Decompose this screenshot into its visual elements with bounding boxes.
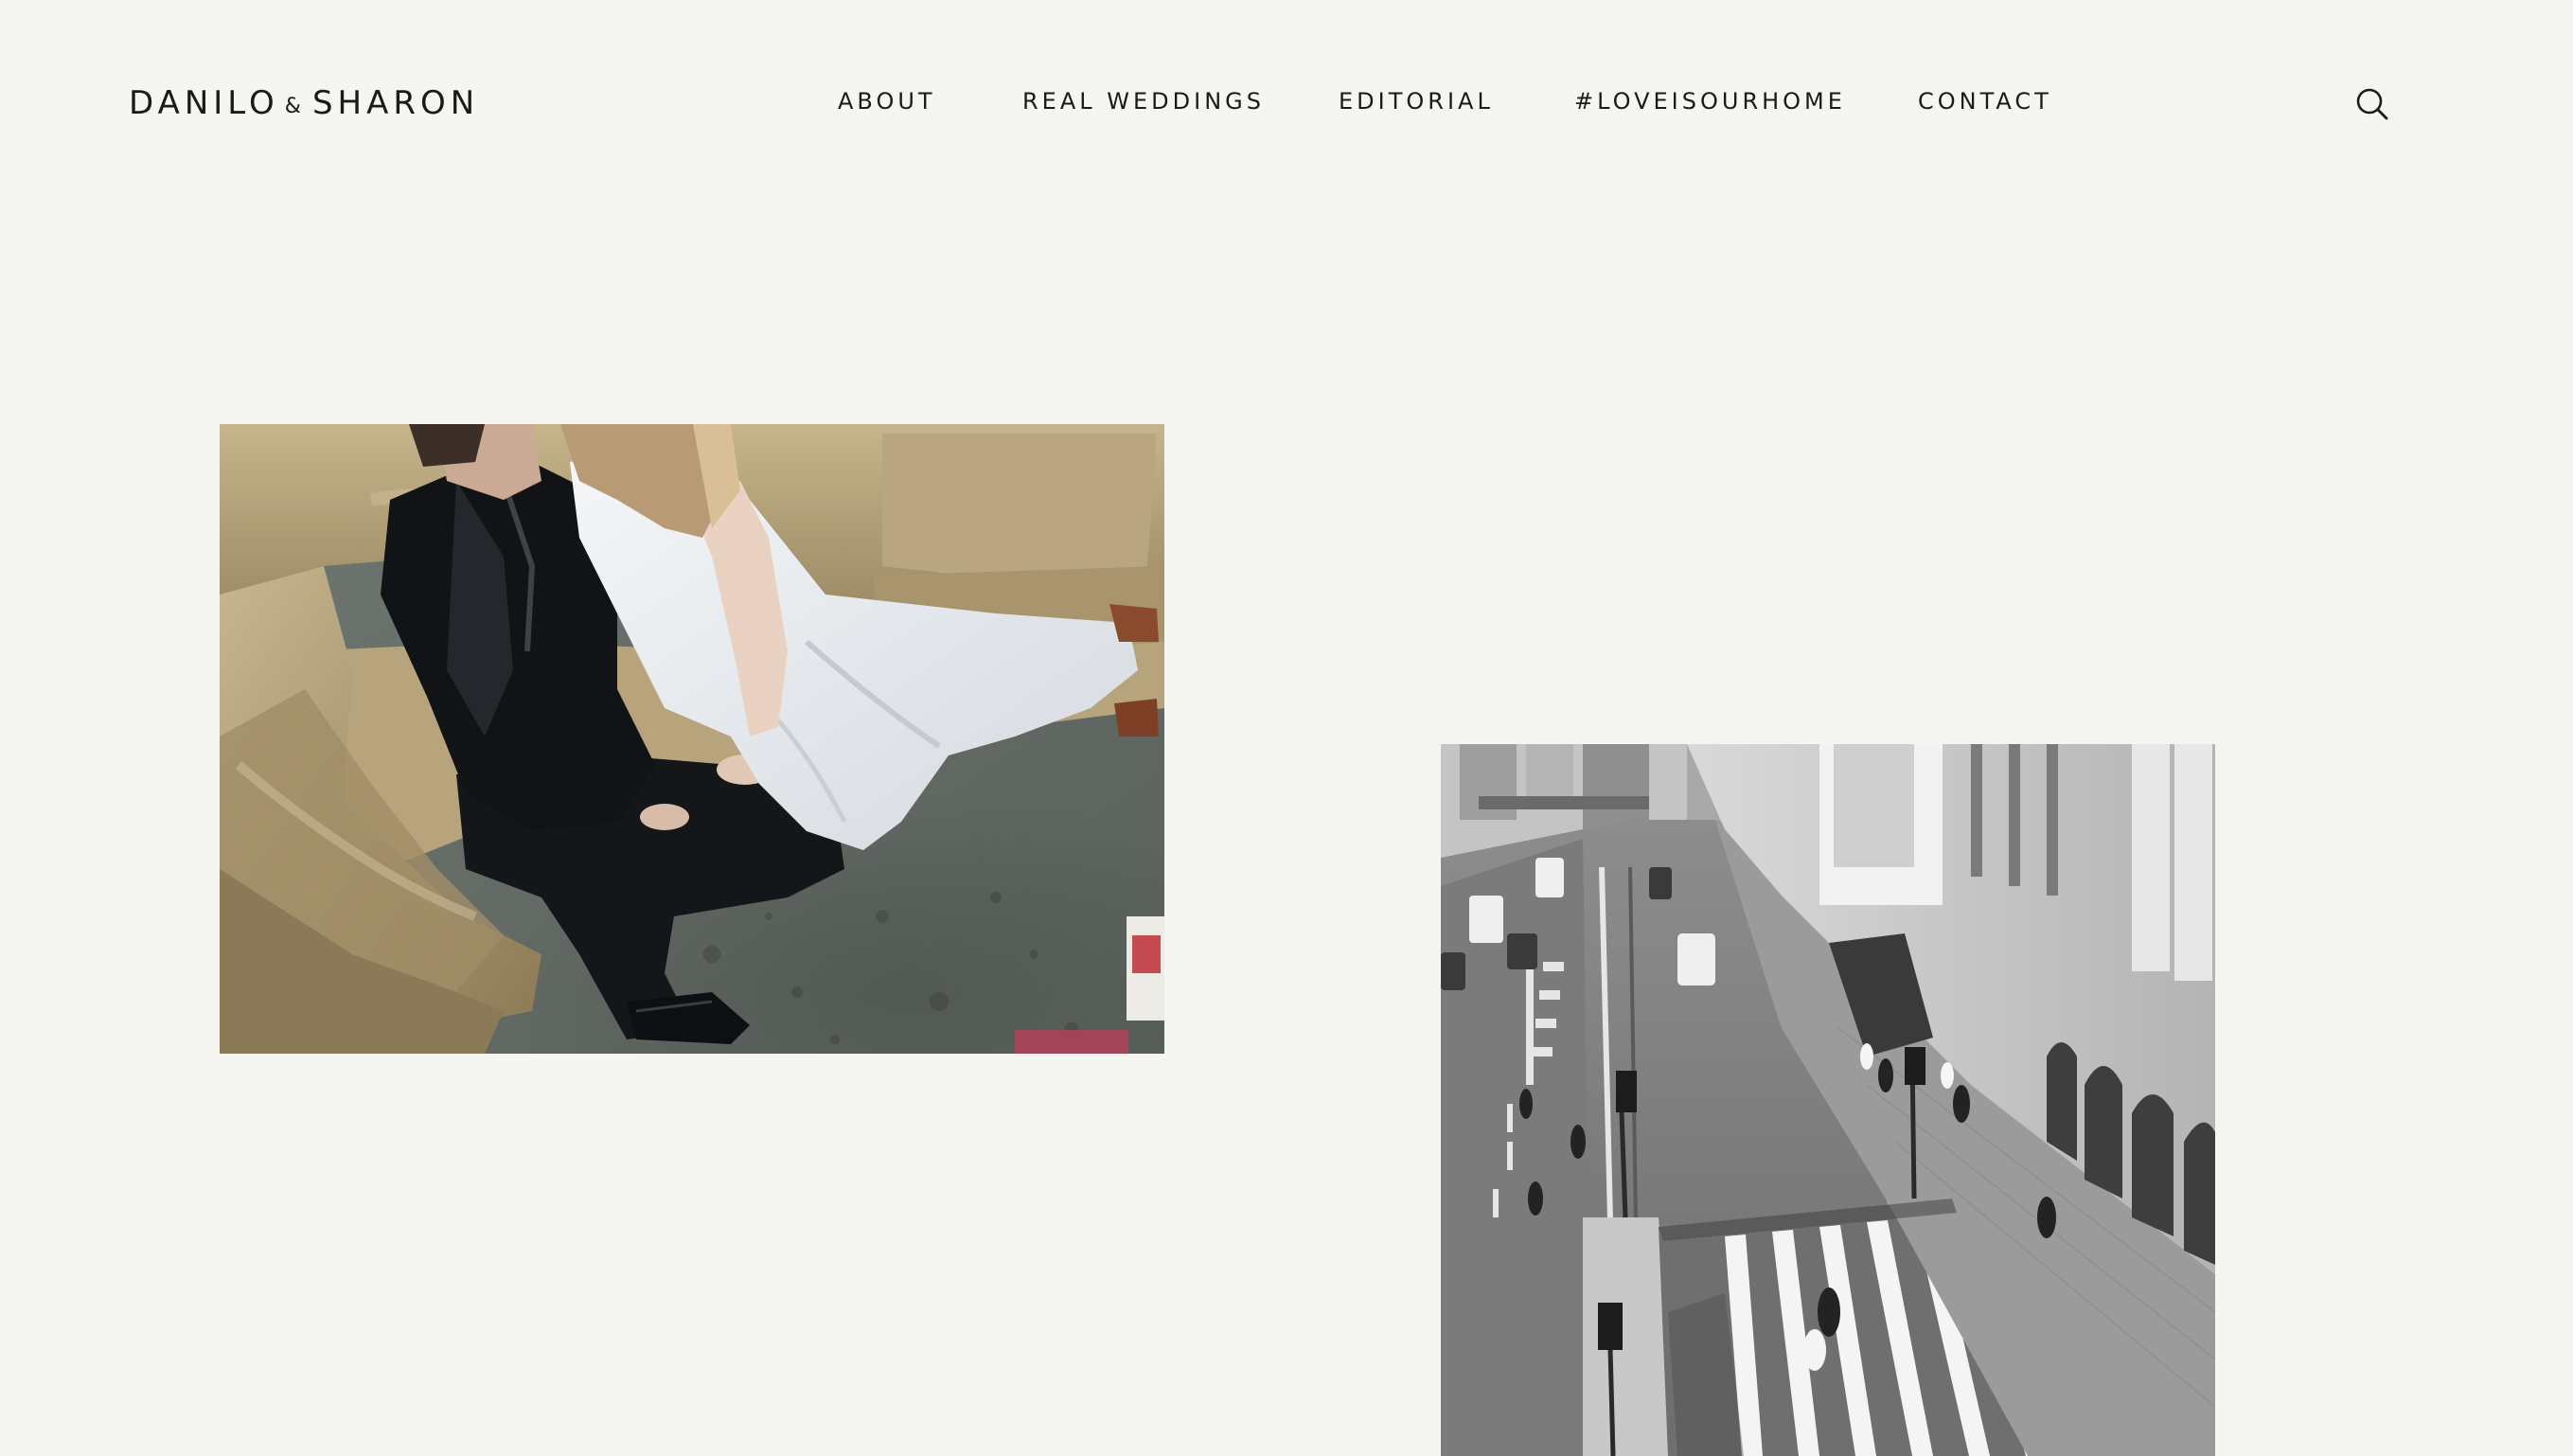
nav-item-editorial[interactable]: EDITORIAL — [1339, 89, 1494, 114]
site-header: DANILO & SHARON ABOUT REAL WEDDINGS EDITOR… — [0, 0, 2573, 208]
nav-item-contact[interactable]: CONTACT — [1918, 89, 2052, 114]
gallery-photo-couple[interactable] — [220, 424, 1164, 1054]
street-photo-image — [1441, 744, 2215, 1456]
nav-item-real-weddings[interactable]: REAL WEDDINGS — [1022, 89, 1265, 114]
couple-photo-image — [220, 424, 1164, 1054]
nav-item-about[interactable]: ABOUT — [838, 89, 936, 114]
search-icon — [2356, 88, 2388, 120]
gallery-photo-street[interactable] — [1441, 744, 2215, 1456]
main-nav: ABOUT REAL WEDDINGS EDITORIAL #LOVEISOUR… — [0, 89, 2573, 117]
nav-item-loveisourhome[interactable]: #LOVEISOURHOME — [1574, 89, 1846, 114]
search-button[interactable] — [2353, 85, 2391, 123]
